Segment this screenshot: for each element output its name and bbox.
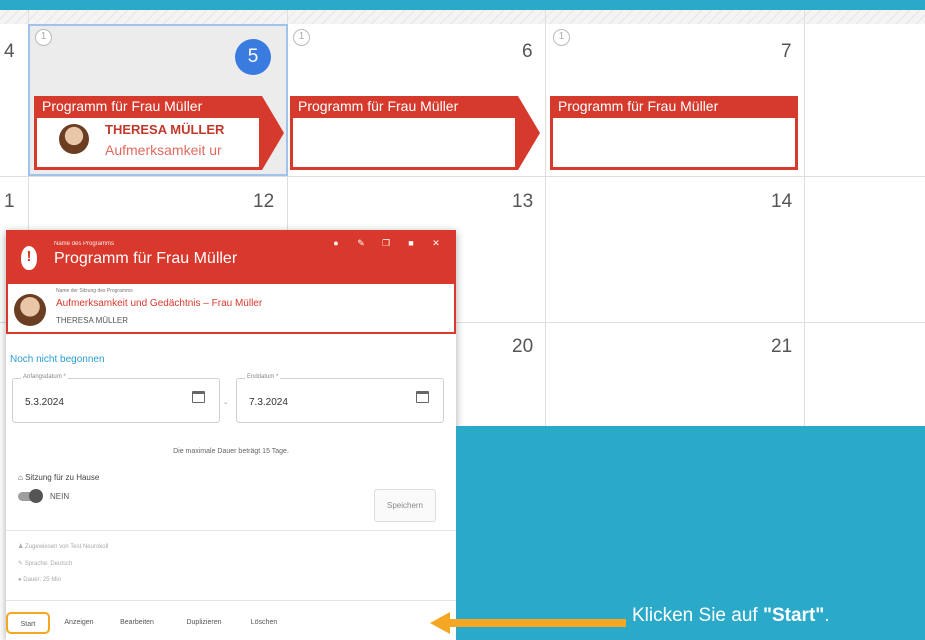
session-name-label: Name der Sitzung des Programms (56, 288, 133, 294)
meta-language: ✎ Sprache: Deutsch (18, 560, 72, 567)
meta-assigned-by: ♟ Zugewiesen von Test Neurokoll (18, 543, 108, 550)
event-patient-name: THERESA MÜLLER (105, 122, 225, 137)
trash-icon[interactable]: ■ (401, 238, 421, 248)
meta-text: Dauer: 25 Min (23, 577, 61, 583)
end-date-label: Enddatum * (245, 374, 281, 380)
day-number[interactable]: 14 (771, 191, 792, 213)
calendar-icon[interactable] (416, 391, 429, 403)
day-number[interactable]: 20 (512, 336, 533, 358)
divider (6, 530, 456, 531)
grid-line (0, 176, 925, 177)
close-icon[interactable]: ✕ (426, 238, 446, 249)
max-duration-hint: Die maximale Dauer beträgt 15 Tage. (173, 448, 289, 455)
event-count-badge: 1 (553, 29, 570, 46)
edit-button[interactable]: Bearbeiten (112, 612, 162, 634)
callout-suffix: . (824, 605, 830, 626)
start-date-value[interactable]: 5.3.2024 (25, 397, 64, 408)
program-details-popup: ! Name des Programms Programm für Frau M… (6, 230, 456, 640)
toggle-value: NEIN (50, 492, 70, 501)
program-name-label: Name des Programms (54, 241, 115, 247)
top-strip (0, 0, 925, 10)
callout-emphasis: "Start" (762, 605, 825, 626)
eye-icon[interactable]: ● (326, 238, 346, 248)
event-count-badge: 1 (293, 29, 310, 46)
callout-prefix: Klicken Sie auf (632, 605, 763, 626)
day-number[interactable]: 6 (522, 41, 533, 63)
copy-icon[interactable]: ❐ (376, 238, 396, 249)
start-date-field[interactable]: Anfangsdatum * 5.3.2024 (12, 374, 220, 423)
day-number[interactable]: 21 (771, 336, 792, 358)
event-body: THERESA MÜLLER Aufmerksamkeit ur (34, 118, 262, 170)
divider (6, 600, 456, 601)
event-title: Programm für Frau Müller (550, 96, 798, 118)
session-card[interactable]: Name der Sitzung des Programms Aufmerksa… (6, 284, 456, 334)
date-range-separator: - (224, 398, 228, 409)
alert-icon: ! (21, 246, 37, 270)
calendar-event[interactable]: Programm für Frau Müller (550, 96, 798, 170)
home-icon: ⌂ (18, 473, 26, 482)
today-badge[interactable]: 5 (235, 39, 271, 75)
callout-instruction: Klicken Sie auf "Start". (632, 605, 830, 627)
callout-arrow-icon (430, 612, 626, 634)
home-session-text: Sitzung für zu Hause (25, 473, 100, 482)
language-icon: ✎ (18, 561, 25, 567)
past-days-hatching (0, 10, 925, 24)
person-icon: ♟ (18, 544, 26, 550)
event-title: Programm für Frau Müller (290, 96, 518, 118)
header-actions: ● ✎ ❐ ■ ✕ (326, 238, 451, 249)
duplicate-button[interactable]: Duplizieren (176, 612, 232, 634)
event-body (550, 118, 798, 170)
patient-name: THERESA MÜLLER (56, 316, 129, 325)
end-date-value[interactable]: 7.3.2024 (249, 397, 288, 408)
event-session-name: Aufmerksamkeit ur (105, 142, 222, 158)
program-name: Programm für Frau Müller (54, 250, 238, 267)
calendar-event[interactable]: Programm für Frau Müller THERESA MÜLLER … (34, 96, 262, 170)
view-button[interactable]: Anzeigen (56, 612, 102, 634)
day-number[interactable]: 12 (253, 191, 274, 213)
meta-text: Zugewiesen von Test Neurokoll (25, 544, 109, 550)
session-name[interactable]: Aufmerksamkeit und Gedächtnis – Frau Mül… (56, 298, 262, 309)
day-number[interactable]: 7 (781, 41, 792, 63)
day-number[interactable]: 1 (4, 191, 15, 213)
event-continuation-arrow (518, 96, 540, 170)
end-date-field[interactable]: Enddatum * 7.3.2024 (236, 374, 444, 423)
home-session-label: ⌂ Sitzung für zu Hause (18, 473, 99, 482)
event-body (290, 118, 518, 170)
event-title: Programm für Frau Müller (34, 96, 262, 118)
event-continuation-arrow (262, 96, 284, 170)
save-button[interactable]: Speichern (374, 489, 436, 522)
avatar (59, 124, 89, 154)
popup-footer: Start Anzeigen Bearbeiten Duplizieren Lö… (6, 602, 456, 640)
day-number[interactable]: 13 (512, 191, 533, 213)
start-button[interactable]: Start (6, 612, 50, 634)
delete-button[interactable]: Löschen (242, 612, 286, 634)
calendar-icon[interactable] (192, 391, 205, 403)
meta-text: Sprache: Deutsch (24, 561, 73, 567)
home-session-toggle[interactable] (18, 489, 43, 503)
meta-duration: ● Dauer: 25 Min (18, 577, 61, 583)
calendar-event[interactable]: Programm für Frau Müller (290, 96, 518, 170)
event-count-badge: 1 (35, 29, 52, 46)
popup-header: ! Name des Programms Programm für Frau M… (6, 230, 456, 284)
status-text: Noch nicht begonnen (10, 354, 105, 365)
start-date-label: Anfangsdatum * (21, 374, 68, 380)
pencil-icon[interactable]: ✎ (351, 238, 371, 249)
day-number[interactable]: 4 (4, 41, 15, 63)
avatar (14, 294, 46, 326)
